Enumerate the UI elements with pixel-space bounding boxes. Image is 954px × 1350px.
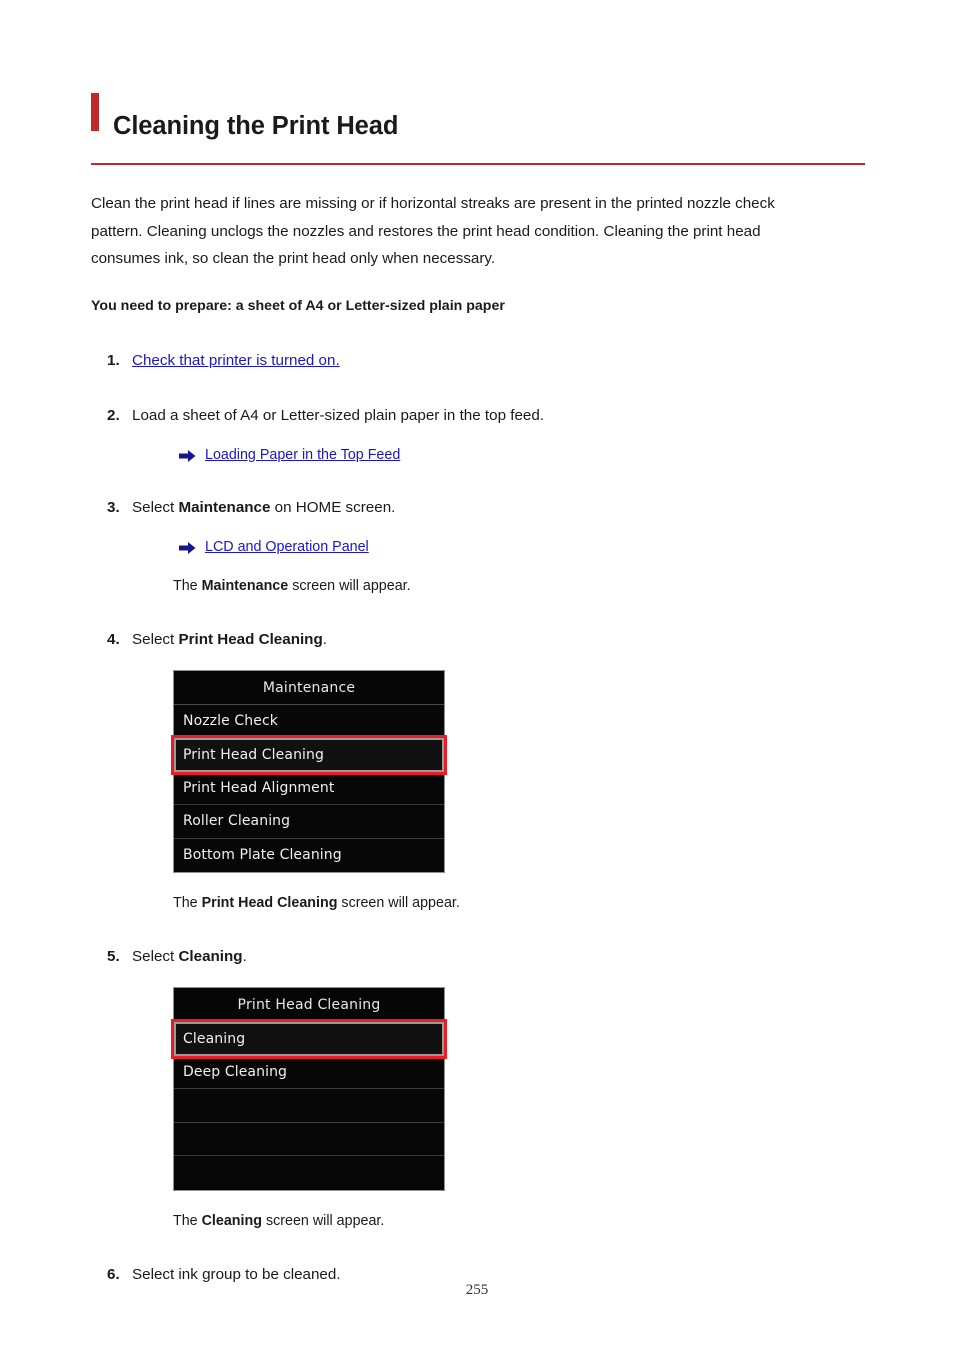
step-3-sublink[interactable]: LCD and Operation Panel	[205, 538, 369, 556]
step-number: 1.	[107, 351, 120, 369]
note-after: screen will appear.	[337, 895, 460, 912]
right-arrow-icon	[179, 541, 196, 555]
lcd-title: Maintenance	[174, 670, 444, 705]
note-after: screen will appear.	[288, 577, 411, 594]
intro-paragraph: Clean the print head if lines are missin…	[91, 195, 775, 268]
lcd-menu-item-empty-2	[174, 1122, 444, 1157]
step-2-sublink[interactable]: Loading Paper in the Top Feed	[205, 446, 400, 464]
step-body: Select ink group to be cleaned.	[132, 1265, 341, 1283]
step-body: Select Maintenance on HOME screen.	[132, 499, 395, 516]
lcd-menu-item-cleaning[interactable]: Cleaning	[174, 1022, 444, 1056]
maintenance-screen-wrap: Maintenance Nozzle Check Print Head Clea…	[132, 669, 865, 874]
step-3-text-after: on HOME screen.	[270, 498, 396, 516]
step-number: 3.	[107, 498, 120, 516]
note-after: screen will appear.	[261, 1212, 385, 1229]
lcd-menu-item-deep-cleaning[interactable]: Deep Cleaning	[174, 1055, 444, 1090]
step-5-text-before: Select	[132, 948, 179, 966]
step-4: 4. Select Print Head Cleaning. Maintenan…	[91, 629, 865, 914]
lcd-menu-item-empty-1	[174, 1089, 444, 1123]
document-page: Cleaning the Print Head Clean the print …	[0, 0, 954, 1350]
title-divider	[91, 163, 865, 166]
step-1-link[interactable]: Check that printer is turned on.	[132, 352, 340, 369]
step-3-note: The Maintenance screen will appear.	[132, 576, 865, 596]
note-before: The	[173, 895, 202, 912]
note-bold: Maintenance	[201, 577, 289, 594]
lcd-menu-item-empty-3	[174, 1156, 444, 1190]
step-body: Select Print Head Cleaning.	[132, 631, 327, 648]
right-arrow-icon	[179, 449, 196, 463]
note-before: The	[173, 1212, 202, 1229]
lcd-maintenance-screen: Maintenance Nozzle Check Print Head Clea…	[173, 669, 445, 874]
step-body: Check that printer is turned on.	[132, 352, 340, 369]
step-3-sublink-row: LCD and Operation Panel	[132, 538, 865, 556]
lcd-menu-item-roller-cleaning[interactable]: Roller Cleaning	[174, 805, 444, 839]
lcd-print-head-cleaning-screen: Print Head Cleaning Cleaning Deep Cleani…	[173, 987, 445, 1191]
lcd-menu-item-print-head-alignment[interactable]: Print Head Alignment	[174, 771, 444, 806]
step-4-note: The Print Head Cleaning screen will appe…	[132, 893, 865, 913]
print-head-cleaning-screen-wrap: Print Head Cleaning Cleaning Deep Cleani…	[132, 987, 865, 1191]
accent-bar	[91, 93, 99, 131]
prepare-note: You need to prepare: a sheet of A4 or Le…	[91, 297, 505, 314]
step-5-note: The Cleaning screen will appear.	[132, 1211, 865, 1231]
note-bold: Print Head Cleaning	[201, 895, 338, 912]
step-5-text-bold: Cleaning	[178, 948, 243, 966]
note-before: The	[173, 577, 202, 594]
step-number: 5.	[107, 948, 120, 966]
page-title: Cleaning the Print Head	[113, 112, 399, 141]
step-3: 3. Select Maintenance on HOME screen. LC…	[91, 497, 865, 596]
page-number: 255	[465, 1282, 489, 1298]
lcd-menu-item-print-head-cleaning[interactable]: Print Head Cleaning	[174, 738, 444, 772]
page-header: Cleaning the Print Head	[0, 0, 954, 166]
lcd-menu-item-nozzle-check[interactable]: Nozzle Check	[174, 704, 444, 739]
title-row: Cleaning the Print Head	[0, 92, 954, 160]
step-5: 5. Select Cleaning. Print Head Cleaning …	[91, 946, 865, 1231]
step-2: 2. Load a sheet of A4 or Letter-sized pl…	[91, 405, 865, 464]
lcd-title: Print Head Cleaning	[174, 988, 444, 1023]
step-3-text-before: Select	[132, 498, 179, 516]
step-4-text-after: .	[322, 630, 327, 648]
step-body: Load a sheet of A4 or Letter-sized plain…	[132, 406, 545, 424]
page-content: Clean the print head if lines are missin…	[0, 190, 954, 1286]
step-number: 4.	[107, 630, 120, 648]
step-1: 1. Check that printer is turned on.	[91, 350, 865, 372]
steps-list: 1. Check that printer is turned on. 2. L…	[91, 350, 865, 1286]
step-5-text-after: .	[242, 948, 247, 966]
note-bold: Cleaning	[201, 1212, 262, 1229]
step-number: 2.	[107, 406, 120, 424]
step-4-text-bold: Print Head Cleaning	[178, 630, 323, 648]
step-2-sublink-row: Loading Paper in the Top Feed	[132, 446, 865, 464]
step-3-text-bold: Maintenance	[178, 498, 271, 516]
step-body: Select Cleaning.	[132, 948, 247, 965]
lcd-menu-item-bottom-plate-cleaning[interactable]: Bottom Plate Cleaning	[174, 838, 444, 873]
step-4-text-before: Select	[132, 630, 179, 648]
